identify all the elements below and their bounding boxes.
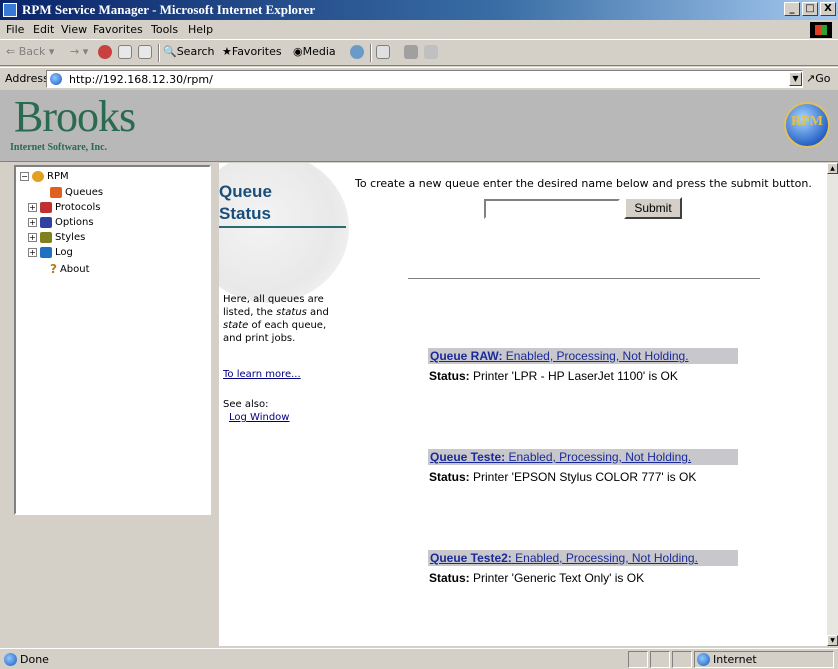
stop-icon[interactable] <box>98 45 112 59</box>
address-url[interactable]: http://192.168.12.30/rpm/ <box>69 73 213 86</box>
title-bar: RPM Service Manager - Microsoft Internet… <box>0 0 838 20</box>
scroll-up-icon[interactable]: ▲ <box>827 163 838 174</box>
scroll-down-icon[interactable]: ▼ <box>827 635 838 646</box>
brooks-logo-subtitle: Internet Software, Inc. <box>10 142 108 153</box>
address-label: Address <box>5 72 49 85</box>
title-underline <box>219 226 346 228</box>
menu-favorites[interactable]: Favorites <box>93 23 143 36</box>
queues-icon <box>50 187 62 198</box>
vertical-scrollbar[interactable]: ▲ ▼ <box>827 163 838 646</box>
favorites-icon: ★ <box>222 45 232 58</box>
divider <box>408 278 760 280</box>
learn-more-link[interactable]: To learn more... <box>223 369 301 380</box>
search-icon: 🔍 <box>163 45 177 58</box>
refresh-icon[interactable] <box>118 45 132 59</box>
zone-label: Internet <box>713 653 757 666</box>
go-button[interactable]: ↗Go <box>806 72 830 85</box>
ie-icon <box>3 3 17 17</box>
submit-button[interactable]: Submit <box>624 197 682 219</box>
tree-item-protocols[interactable]: + Protocols <box>28 202 101 213</box>
mail-icon[interactable] <box>376 45 390 59</box>
header-banner: Brooks Internet Software, Inc. RPM <box>0 90 838 162</box>
menu-file[interactable]: File <box>6 23 24 36</box>
address-dropdown-button[interactable]: ▼ <box>789 72 802 86</box>
forward-button[interactable]: → ▾ <box>70 45 88 58</box>
menu-tools[interactable]: Tools <box>151 23 178 36</box>
status-pane <box>628 651 648 668</box>
status-text: Done <box>20 653 49 666</box>
window-title: RPM Service Manager - Microsoft Internet… <box>22 2 316 17</box>
menu-view[interactable]: View <box>61 23 87 36</box>
menu-help[interactable]: Help <box>188 23 213 36</box>
home-icon[interactable] <box>138 45 152 59</box>
expand-icon[interactable]: + <box>28 248 37 257</box>
page-done-icon <box>4 653 17 666</box>
tree-item-log[interactable]: + Log <box>28 247 73 258</box>
tree-item-rpm[interactable]: − RPM <box>20 171 69 182</box>
print-icon[interactable] <box>404 45 418 59</box>
tree-item-about[interactable]: ? About <box>50 262 90 276</box>
queue-raw-header[interactable]: Queue RAW: Enabled, Processing, Not Hold… <box>428 348 738 364</box>
menu-bar: File Edit View Favorites Tools Help <box>0 20 838 40</box>
styles-icon <box>40 232 52 243</box>
tree-item-options[interactable]: + Options <box>28 217 94 228</box>
maximize-button[interactable]: □ <box>802 2 818 16</box>
edit-icon[interactable] <box>424 45 438 59</box>
see-also-label: See also: <box>223 399 269 410</box>
queue-teste-header[interactable]: Queue Teste: Enabled, Processing, Not Ho… <box>428 449 738 465</box>
expand-icon[interactable]: + <box>28 203 37 212</box>
options-icon <box>40 217 52 228</box>
protocols-icon <box>40 202 52 213</box>
expand-icon[interactable]: + <box>28 233 37 242</box>
media-icon: ◉ <box>293 45 303 58</box>
page-title: Queue Status <box>219 182 272 223</box>
queue-teste2-header[interactable]: Queue Teste2: Enabled, Processing, Not H… <box>428 550 738 566</box>
favorites-button[interactable]: ★Favorites <box>222 45 282 58</box>
history-icon[interactable] <box>350 45 364 59</box>
address-field[interactable]: http://192.168.12.30/rpm/ <box>46 70 803 88</box>
media-button[interactable]: ◉Media <box>293 45 336 58</box>
toolbar: ⇐ Back ▾ → ▾ 🔍Search ★Favorites ◉Media <box>0 40 838 66</box>
create-queue-instructions: To create a new queue enter the desired … <box>355 177 812 190</box>
search-button[interactable]: 🔍Search <box>163 45 215 58</box>
status-bar: Done Internet <box>0 648 838 669</box>
minimize-button[interactable]: _ <box>784 2 800 16</box>
log-icon <box>40 247 52 258</box>
back-button[interactable]: ⇐ Back ▾ <box>6 45 54 58</box>
address-bar: Address http://192.168.12.30/rpm/ ▼ ↗Go <box>0 67 838 89</box>
tree-item-styles[interactable]: + Styles <box>28 232 85 243</box>
queue-teste-status: Status: Printer 'EPSON Stylus COLOR 777'… <box>429 470 697 484</box>
log-window-link[interactable]: Log Window <box>229 412 289 423</box>
navigation-tree: − RPM Queues + Protocols + Options + Sty… <box>14 165 211 515</box>
expand-icon[interactable]: + <box>28 218 37 227</box>
status-pane <box>650 651 670 668</box>
question-icon: ? <box>50 262 57 276</box>
windows-logo-icon <box>810 22 832 38</box>
queue-teste2-status: Status: Printer 'Generic Text Only' is O… <box>429 571 645 585</box>
internet-zone-icon <box>697 653 710 666</box>
close-button[interactable]: X <box>820 2 836 16</box>
queue-raw-status: Status: Printer 'LPR - HP LaserJet 1100'… <box>429 369 678 383</box>
menu-edit[interactable]: Edit <box>33 23 54 36</box>
queue-name-input[interactable] <box>484 199 620 219</box>
rpm-badge-text: RPM <box>791 114 823 129</box>
collapse-icon[interactable]: − <box>20 172 29 181</box>
tree-item-queues[interactable]: Queues <box>50 187 103 198</box>
status-pane <box>672 651 692 668</box>
page-icon <box>50 73 62 85</box>
content-frame: Queue Status To create a new queue enter… <box>219 163 827 646</box>
brooks-logo: Brooks <box>14 92 136 141</box>
queue-description: Here, all queues are listed, the status … <box>223 294 329 344</box>
rpm-icon <box>32 171 44 182</box>
